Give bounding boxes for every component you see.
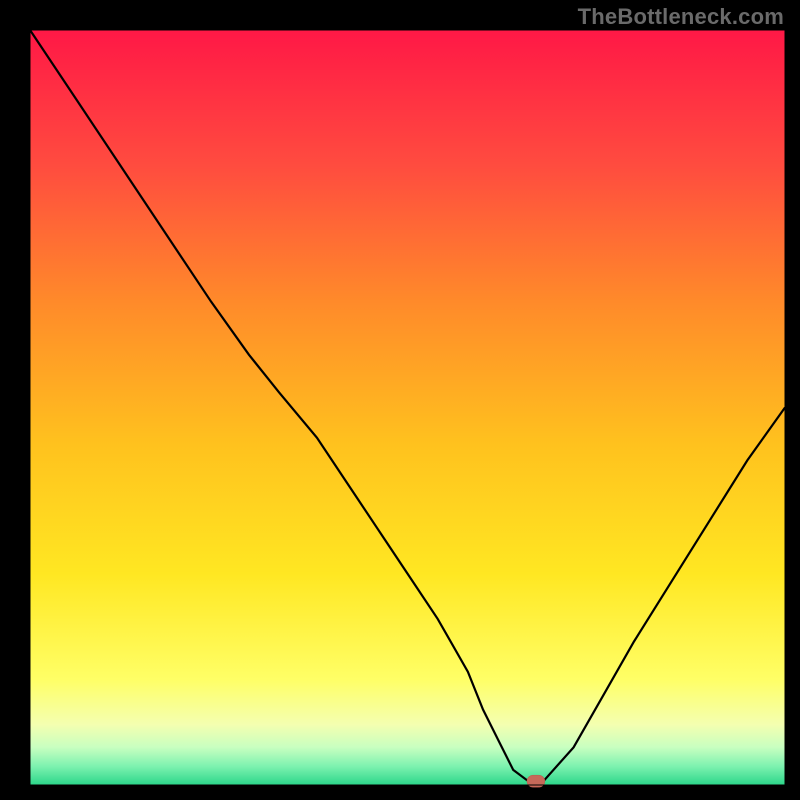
chart-frame: TheBottleneck.com [0, 0, 800, 800]
bottleneck-chart [0, 0, 800, 800]
plot-background [30, 30, 785, 785]
